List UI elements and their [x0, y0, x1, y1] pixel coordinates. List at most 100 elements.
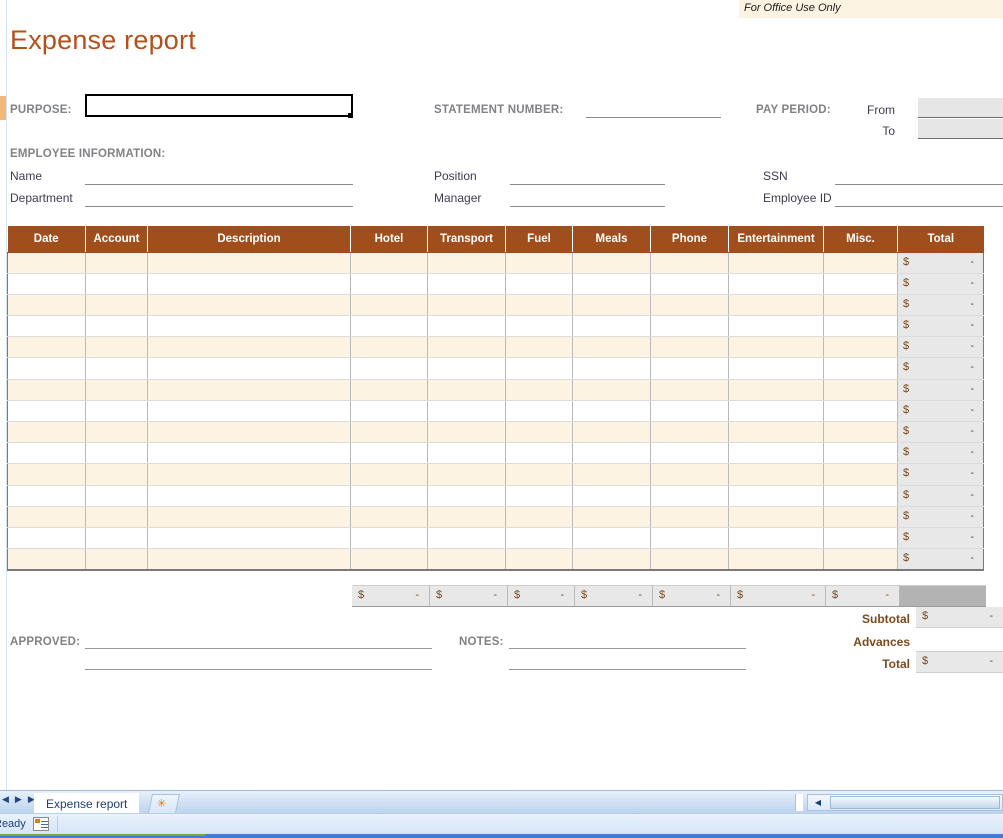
cell-hotel[interactable] [351, 422, 428, 443]
cell-date[interactable] [8, 294, 86, 315]
cell-account[interactable] [86, 422, 148, 443]
cell-account[interactable] [86, 358, 148, 379]
cell-transport[interactable] [428, 485, 506, 506]
ssn-input[interactable] [835, 184, 1003, 185]
cell-phone[interactable] [651, 316, 729, 337]
cell-meals[interactable] [573, 379, 651, 400]
cell-fuel[interactable] [506, 294, 573, 315]
approved-input-line-2[interactable] [85, 669, 432, 670]
cell-hotel[interactable] [351, 294, 428, 315]
cell-hotel[interactable] [351, 506, 428, 527]
cell-entertainment[interactable] [729, 252, 824, 273]
name-input[interactable] [85, 184, 353, 185]
expense-table[interactable]: Date Account Description Hotel Transport… [7, 226, 984, 571]
column-header-transport[interactable]: Transport [428, 226, 506, 252]
cell-entertainment[interactable] [729, 527, 824, 548]
cell-phone[interactable] [651, 506, 729, 527]
cell-transport[interactable] [428, 422, 506, 443]
cell-description[interactable] [148, 379, 351, 400]
cell-phone[interactable] [651, 358, 729, 379]
employee-id-input[interactable] [835, 206, 1003, 207]
worksheet[interactable]: For Office Use Only Expense report PURPO… [0, 0, 1003, 790]
cell-description[interactable] [148, 506, 351, 527]
cell-transport[interactable] [428, 527, 506, 548]
cell-hotel[interactable] [351, 464, 428, 485]
cell-fuel[interactable] [506, 549, 573, 570]
table-row[interactable]: $- [8, 506, 984, 527]
cell-meals[interactable] [573, 400, 651, 421]
cell-phone[interactable] [651, 273, 729, 294]
table-row[interactable]: $- [8, 549, 984, 570]
column-header-hotel[interactable]: Hotel [351, 226, 428, 252]
cell-fuel[interactable] [506, 485, 573, 506]
scrollbar-thumb[interactable] [830, 796, 1000, 809]
cell-account[interactable] [86, 400, 148, 421]
nav-next-icon[interactable]: ▶ [15, 795, 22, 804]
cell-hotel[interactable] [351, 379, 428, 400]
cell-transport[interactable] [428, 337, 506, 358]
column-header-date[interactable]: Date [8, 226, 86, 252]
cell-entertainment[interactable] [729, 337, 824, 358]
cell-description[interactable] [148, 464, 351, 485]
cell-hotel[interactable] [351, 273, 428, 294]
table-row[interactable]: $- [8, 316, 984, 337]
cell-description[interactable] [148, 422, 351, 443]
cell-meals[interactable] [573, 422, 651, 443]
cell-misc[interactable] [824, 337, 898, 358]
table-row[interactable]: $- [8, 400, 984, 421]
table-row[interactable]: $- [8, 294, 984, 315]
cell-fuel[interactable] [506, 527, 573, 548]
cell-meals[interactable] [573, 273, 651, 294]
cell-account[interactable] [86, 379, 148, 400]
cell-transport[interactable] [428, 316, 506, 337]
cell-date[interactable] [8, 485, 86, 506]
cell-entertainment[interactable] [729, 379, 824, 400]
cell-misc[interactable] [824, 358, 898, 379]
cell-entertainment[interactable] [729, 294, 824, 315]
department-input[interactable] [85, 206, 353, 207]
cell-date[interactable] [8, 443, 86, 464]
cell-phone[interactable] [651, 337, 729, 358]
purpose-input[interactable] [85, 94, 353, 117]
cell-phone[interactable] [651, 400, 729, 421]
table-row[interactable]: $- [8, 273, 984, 294]
cell-hotel[interactable] [351, 358, 428, 379]
column-header-entertainment[interactable]: Entertainment [729, 226, 824, 252]
cell-date[interactable] [8, 379, 86, 400]
cell-meals[interactable] [573, 464, 651, 485]
pay-period-to-input[interactable] [918, 119, 1003, 139]
cell-transport[interactable] [428, 549, 506, 570]
cell-account[interactable] [86, 527, 148, 548]
cell-date[interactable] [8, 337, 86, 358]
cell-account[interactable] [86, 464, 148, 485]
cell-fuel[interactable] [506, 422, 573, 443]
cell-fuel[interactable] [506, 400, 573, 421]
cell-transport[interactable] [428, 273, 506, 294]
table-row[interactable]: $- [8, 443, 984, 464]
cell-account[interactable] [86, 485, 148, 506]
cell-misc[interactable] [824, 294, 898, 315]
cell-transport[interactable] [428, 443, 506, 464]
position-input[interactable] [510, 184, 665, 185]
statement-number-input[interactable] [586, 117, 721, 118]
cell-transport[interactable] [428, 464, 506, 485]
cell-entertainment[interactable] [729, 506, 824, 527]
cell-fuel[interactable] [506, 358, 573, 379]
table-row[interactable]: $- [8, 337, 984, 358]
cell-misc[interactable] [824, 252, 898, 273]
cell-meals[interactable] [573, 294, 651, 315]
cell-misc[interactable] [824, 485, 898, 506]
cell-account[interactable] [86, 506, 148, 527]
table-row[interactable]: $- [8, 485, 984, 506]
sheet-tab-expense-report[interactable]: Expense report [34, 793, 139, 814]
cell-date[interactable] [8, 316, 86, 337]
cell-transport[interactable] [428, 400, 506, 421]
cell-date[interactable] [8, 358, 86, 379]
cell-description[interactable] [148, 316, 351, 337]
cell-date[interactable] [8, 549, 86, 570]
scroll-left-icon[interactable]: ◀ [810, 796, 826, 809]
cell-phone[interactable] [651, 527, 729, 548]
cell-entertainment[interactable] [729, 400, 824, 421]
column-header-fuel[interactable]: Fuel [506, 226, 573, 252]
cell-transport[interactable] [428, 358, 506, 379]
